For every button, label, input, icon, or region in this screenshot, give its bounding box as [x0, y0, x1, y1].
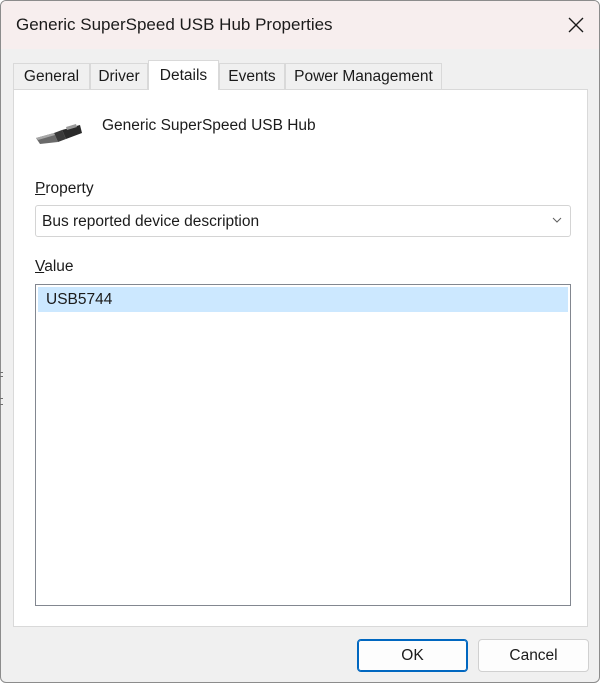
cancel-button[interactable]: Cancel: [478, 639, 589, 672]
tab-general[interactable]: General: [13, 63, 90, 89]
window-title: Generic SuperSpeed USB Hub Properties: [16, 15, 333, 34]
property-label: Property: [35, 180, 94, 198]
title-bar: Generic SuperSpeed USB Hub Properties: [1, 1, 599, 49]
usb-plug-icon: [36, 124, 82, 144]
property-label-text: roperty: [45, 180, 94, 197]
tab-events[interactable]: Events: [219, 63, 285, 89]
close-button[interactable]: [553, 1, 599, 49]
tab-details[interactable]: Details: [148, 60, 219, 90]
edge-mark: [0, 372, 3, 373]
value-label: Value: [35, 258, 74, 276]
property-dropdown[interactable]: Bus reported device description: [35, 205, 571, 237]
details-panel: Generic SuperSpeed USB Hub Property Bus …: [13, 89, 588, 627]
edge-mark: [0, 376, 3, 377]
value-label-text: alue: [44, 258, 74, 275]
value-label-accel: V: [35, 258, 45, 275]
tab-driver[interactable]: Driver: [90, 63, 148, 89]
ok-button[interactable]: OK: [357, 639, 468, 672]
list-item[interactable]: USB5744: [38, 287, 568, 312]
edge-mark: [0, 404, 3, 405]
edge-mark: [0, 398, 3, 399]
properties-dialog: Generic SuperSpeed USB Hub Properties Ge…: [0, 0, 600, 683]
property-dropdown-value: Bus reported device description: [42, 213, 260, 230]
chevron-down-icon: [552, 217, 562, 223]
device-name: Generic SuperSpeed USB Hub: [102, 117, 316, 134]
close-icon: [568, 17, 584, 33]
value-listbox[interactable]: USB5744: [35, 284, 571, 606]
property-label-accel: P: [35, 180, 46, 197]
tab-power-management[interactable]: Power Management: [285, 63, 442, 89]
